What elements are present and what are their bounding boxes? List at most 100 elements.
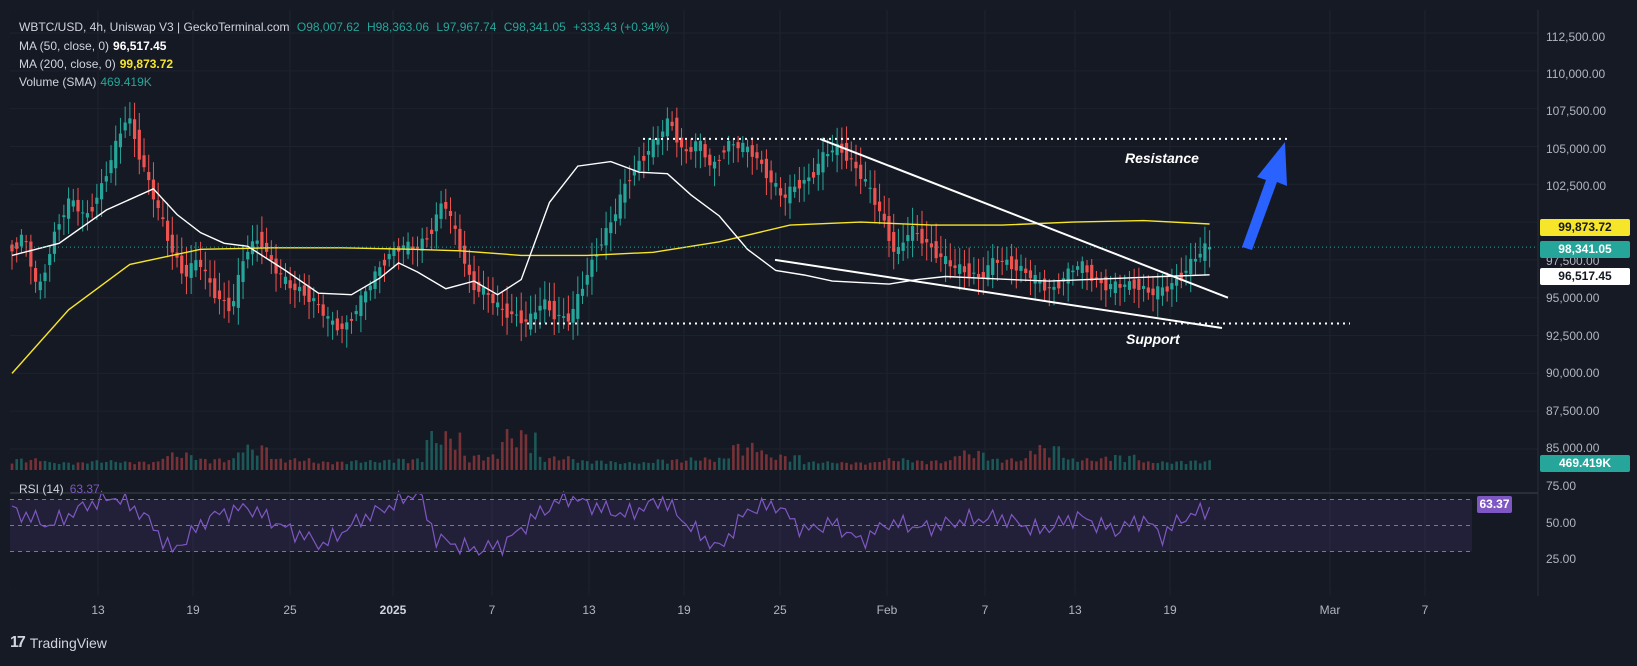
volume-bar — [1184, 464, 1188, 470]
trendlines — [527, 137, 1350, 329]
candle-body — [1151, 288, 1155, 296]
candle-body — [496, 302, 500, 308]
volume-bar — [255, 455, 259, 470]
candle-body — [316, 304, 321, 306]
volume-bar — [1038, 445, 1042, 470]
candle-body — [217, 290, 222, 300]
support-label: Support — [1126, 331, 1180, 347]
candle-body — [896, 246, 901, 255]
volume-bar — [713, 461, 716, 470]
volume-bar — [519, 430, 523, 470]
candle-body — [986, 265, 990, 280]
candle-body — [48, 254, 52, 266]
rsi-band — [10, 499, 1472, 552]
candle-body — [793, 186, 797, 193]
candle-body — [321, 304, 325, 316]
volume-bar — [788, 461, 792, 470]
ma200-legend[interactable]: MA (200, close, 0) 99,873.72 — [19, 57, 173, 71]
volume-bar — [600, 460, 603, 470]
volume-bar — [326, 462, 330, 470]
volume-bar — [882, 460, 886, 470]
volume-bar — [930, 460, 933, 470]
tradingview-branding[interactable]: 17 TradingView — [10, 632, 107, 654]
candle-body — [1033, 274, 1037, 284]
volume-bar — [849, 464, 853, 470]
candle-body — [76, 199, 80, 212]
candle-body — [552, 300, 556, 320]
volume-bar — [854, 462, 858, 470]
volume-bar — [609, 461, 613, 470]
volume-bar — [637, 463, 641, 470]
candle-body — [71, 200, 75, 207]
candle-body — [38, 281, 42, 291]
candle-body — [307, 286, 311, 302]
volume-bar — [213, 459, 217, 470]
candle-body — [1198, 253, 1202, 258]
ma200-legend-label: MA (200, close, 0) — [19, 57, 116, 71]
candle-body — [637, 160, 641, 171]
ma50-legend[interactable]: MA (50, close, 0) 96,517.45 — [19, 39, 166, 53]
volume-bar — [548, 458, 551, 470]
volume-bar — [722, 458, 726, 470]
volume-bar — [623, 463, 627, 470]
time-tick: 13 — [91, 603, 105, 617]
volume-bar — [279, 458, 283, 470]
candle-body — [1123, 284, 1127, 287]
volume-bar — [468, 462, 471, 470]
volume-bar — [958, 455, 962, 470]
volume-legend[interactable]: Volume (SMA) 469.419K — [19, 75, 152, 89]
candle-body — [109, 160, 113, 174]
volume-bar — [680, 462, 683, 470]
candle-body — [448, 211, 453, 216]
volume-bar — [727, 458, 730, 470]
candle-body — [1019, 265, 1023, 271]
candle-body — [203, 269, 207, 272]
volume-bar — [156, 461, 160, 470]
candle-body — [811, 172, 816, 178]
candle-body — [514, 314, 519, 316]
volume-bar — [967, 454, 971, 470]
candle-body — [580, 288, 585, 296]
volume-bar — [161, 458, 165, 470]
volume-bar — [1085, 458, 1089, 470]
candle-body — [62, 215, 66, 218]
candle-body — [939, 253, 943, 257]
candle-body — [585, 274, 589, 285]
candle-body — [170, 234, 174, 253]
candle-body — [925, 239, 929, 243]
candle-body — [1014, 259, 1018, 271]
candle-body — [868, 187, 872, 189]
symbol-title[interactable]: WBTC/USD, 4h, Uniswap V3 | GeckoTerminal… — [19, 20, 290, 34]
candle-body — [1165, 286, 1169, 292]
volume-bar — [1198, 463, 1202, 470]
candle-body — [444, 202, 448, 209]
volume-bar — [585, 461, 589, 470]
volume-bar — [76, 462, 80, 470]
candle-body — [236, 274, 240, 308]
volume-bar — [1161, 461, 1164, 470]
chart-canvas[interactable] — [0, 0, 1637, 666]
candle-body — [1127, 281, 1132, 290]
volume-bar — [303, 460, 306, 470]
candle-body — [1066, 268, 1070, 284]
candle-body — [378, 267, 382, 276]
volume-bar — [529, 453, 532, 470]
ma50-legend-value: 96,517.45 — [113, 39, 167, 53]
candle-body — [628, 180, 632, 182]
candle-body — [943, 256, 948, 265]
candle-body — [802, 180, 806, 184]
volume-bar — [793, 455, 796, 470]
volume-bar — [911, 462, 914, 470]
candle-body — [562, 316, 566, 318]
candle-body — [137, 129, 141, 160]
volume-bar — [1095, 461, 1098, 470]
rsi-legend[interactable]: RSI (14) 63.37 — [19, 482, 100, 496]
candle-body — [651, 139, 655, 158]
volume-bar — [892, 460, 896, 470]
candle-body — [430, 229, 434, 234]
price-tick: 85,000.00 — [1546, 441, 1600, 455]
volume-bar — [222, 462, 226, 470]
candle-body — [246, 251, 250, 260]
candle-body — [887, 216, 891, 241]
candle-body — [538, 305, 542, 311]
